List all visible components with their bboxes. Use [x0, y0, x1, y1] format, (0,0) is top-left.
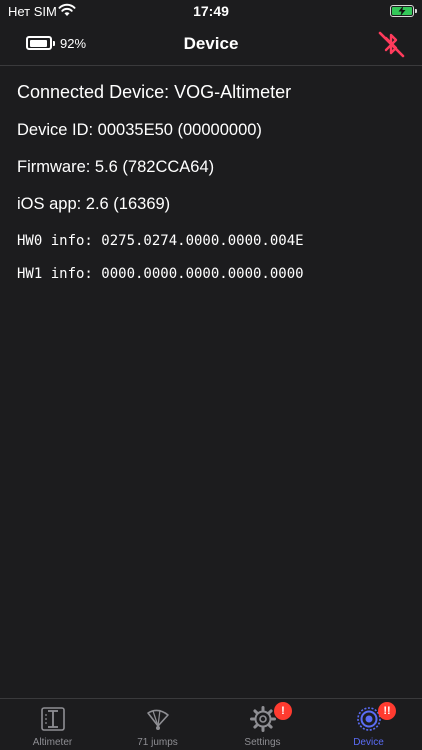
device-alert-badge: !! [378, 702, 396, 720]
gear-icon [249, 706, 276, 732]
tab-device[interactable]: !! Device [316, 699, 421, 750]
connected-device-label: Connected Device: VOG-Altimeter [17, 82, 292, 102]
settings-alert-badge: ! [274, 702, 292, 720]
tab-altimeter[interactable]: Altimeter [0, 699, 105, 750]
tab-jumps[interactable]: 71 jumps [105, 699, 210, 750]
clock: 17:49 [193, 3, 229, 19]
altimeter-icon [40, 707, 65, 731]
firmware-label: Firmware: 5.6 (782CCA64) [17, 158, 215, 176]
tab-altimeter-label: Altimeter [32, 737, 73, 748]
status-bar: Нет SIM 17:49 [0, 0, 422, 24]
bluetooth-disconnect-button[interactable] [376, 30, 406, 58]
ios-app-label: iOS app: 2.6 (16369) [17, 195, 171, 213]
hw1-info-label: HW1 info: 0000.0000.0000.0000.0000 [17, 266, 304, 282]
navigation-bar: 92% Device [0, 24, 422, 66]
tab-device-label: Device [353, 737, 384, 748]
hw0-info-label: HW0 info: 0275.0274.0000.0000.004E [17, 233, 304, 249]
tab-bar: Altimeter 71 jumps ! Settings !! Device [0, 698, 422, 750]
phone-battery-icon [390, 5, 417, 17]
tab-settings-label: Settings [244, 737, 281, 748]
tab-settings[interactable]: ! Settings [210, 699, 315, 750]
device-id-label: Device ID: 00035E50 (00000000) [17, 121, 262, 139]
page-title: Device [183, 34, 239, 53]
tab-jumps-label: 71 jumps [137, 737, 178, 748]
jumps-icon [146, 709, 169, 730]
charging-bolt-icon [398, 6, 406, 16]
